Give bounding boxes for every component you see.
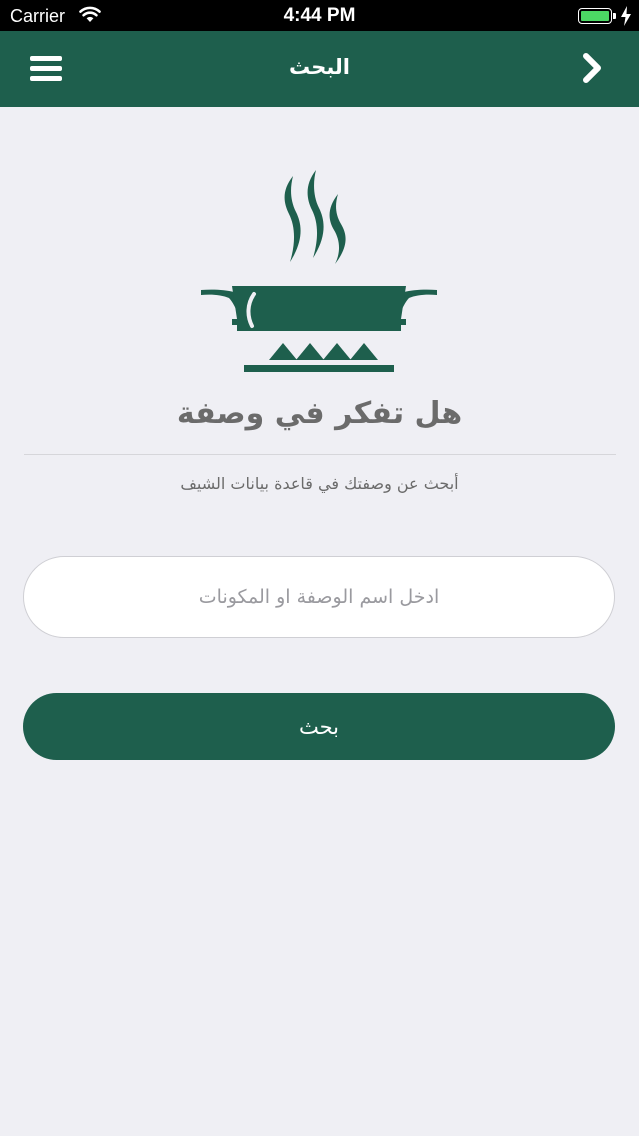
divider: [24, 454, 616, 455]
hero-headline: هل تفكر في وصفة: [176, 396, 463, 431]
battery-icon: [578, 8, 612, 24]
clock-label: 4:44 PM: [283, 5, 356, 26]
battery-level: [581, 11, 609, 21]
chevron-right-icon[interactable]: [577, 52, 607, 84]
page-title: البحث: [288, 55, 351, 79]
charging-bolt-icon: [621, 6, 631, 26]
steaming-pot-on-stove-icon: [201, 170, 437, 372]
hero-subtitle: أبحث عن وصفتك في قاعدة بيانات الشيف: [180, 474, 459, 493]
status-bar: Carrier 4:44 PM: [0, 0, 639, 31]
recipe-search-input[interactable]: [23, 556, 615, 638]
search-button[interactable]: بحث: [23, 693, 615, 760]
battery-tip: [613, 13, 616, 19]
nav-bar: البحث: [0, 31, 639, 107]
